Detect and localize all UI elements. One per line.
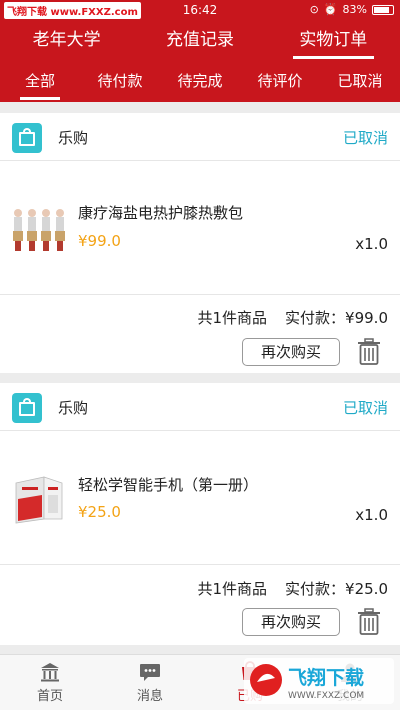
order-card: 乐购 已取消 轻松学智能手机（第一册） ¥25.0 x1.0 共1件商品 实付款：…: [0, 383, 400, 645]
battery-icon: [372, 4, 394, 15]
product-thumbnail: [10, 201, 68, 253]
order-summary: 共1件商品 实付款：¥25.0: [198, 578, 389, 599]
order-status: 已取消: [342, 129, 388, 147]
svg-text:飞翔下载: 飞翔下载: [288, 666, 364, 689]
item-count: 共1件商品: [197, 309, 268, 327]
item-title: 康疗海盐电热护膝热敷包: [78, 204, 244, 222]
rebuy-button[interactable]: 再次购买: [242, 338, 340, 366]
filter-tab-all[interactable]: 全部: [0, 62, 80, 102]
order-status: 已取消: [342, 399, 388, 417]
order-card: 乐购 已取消 康疗海盐电热护膝热敷包 ¥99.0 x1.0 共1件商品 实付款：¥…: [0, 113, 400, 373]
paid-amount: 实付款：¥99.0: [285, 309, 388, 327]
paid-amount: 实付款：¥25.0: [285, 580, 388, 598]
order-filter-tabs: 全部 待付款 待完成 待评价 已取消: [0, 62, 400, 102]
rebuy-button[interactable]: 再次购买: [242, 608, 340, 636]
tab-senior-university[interactable]: 老年大学: [0, 20, 133, 62]
item-quantity: x1.0: [355, 506, 388, 524]
filter-tab-pending-review[interactable]: 待评价: [240, 62, 320, 102]
item-title: 轻松学智能手机（第一册）: [78, 476, 259, 494]
trash-icon[interactable]: [356, 338, 382, 366]
status-bar: 飞翔下载 www.FXXZ.com 16:42 ⊙ ⏰ 83%: [0, 0, 400, 20]
home-icon: [41, 663, 59, 682]
item-price: ¥25.0: [78, 503, 121, 521]
order-item[interactable]: 轻松学智能手机（第一册） ¥25.0 x1.0: [0, 431, 400, 565]
top-tab-bar: 老年大学 充值记录 实物订单: [0, 20, 400, 62]
filter-tab-pending-payment[interactable]: 待付款: [80, 62, 160, 102]
product-thumbnail: [10, 473, 68, 525]
message-icon: [140, 664, 160, 681]
shopping-bag-icon: [12, 123, 42, 153]
tab-recharge-records[interactable]: 充值记录: [133, 20, 266, 62]
nav-home[interactable]: 首页: [0, 655, 100, 710]
nav-messages-label: 消息: [136, 689, 163, 704]
item-count: 共1件商品: [197, 580, 268, 598]
filter-tab-cancelled[interactable]: 已取消: [320, 62, 400, 102]
battery-percent: 83%: [342, 3, 367, 16]
trash-icon[interactable]: [356, 608, 382, 636]
item-quantity: x1.0: [355, 235, 388, 253]
order-summary: 共1件商品 实付款：¥99.0: [198, 307, 389, 328]
status-icons: ⊙ ⏰ 83%: [310, 3, 394, 16]
filter-tab-pending-completion[interactable]: 待完成: [160, 62, 240, 102]
svg-text:WWW.FXXZ.COM: WWW.FXXZ.COM: [288, 691, 364, 701]
order-header: 乐购 已取消: [0, 383, 400, 431]
shopping-bag-icon: [12, 393, 42, 423]
battery-fill: [374, 6, 389, 13]
item-price: ¥99.0: [78, 232, 121, 250]
order-item[interactable]: 康疗海盐电热护膝热敷包 ¥99.0 x1.0: [0, 161, 400, 295]
shop-name[interactable]: 乐购: [58, 127, 88, 148]
alarm-icon: ⏰: [323, 3, 338, 16]
nav-home-label: 首页: [36, 689, 63, 704]
watermark-logo: 飞翔下载 WWW.FXXZ.COM: [244, 658, 394, 704]
nav-messages[interactable]: 消息: [100, 655, 200, 710]
shop-name[interactable]: 乐购: [58, 397, 88, 418]
tab-physical-orders[interactable]: 实物订单: [267, 20, 400, 62]
location-icon: ⊙: [309, 3, 319, 16]
order-header: 乐购 已取消: [0, 113, 400, 161]
